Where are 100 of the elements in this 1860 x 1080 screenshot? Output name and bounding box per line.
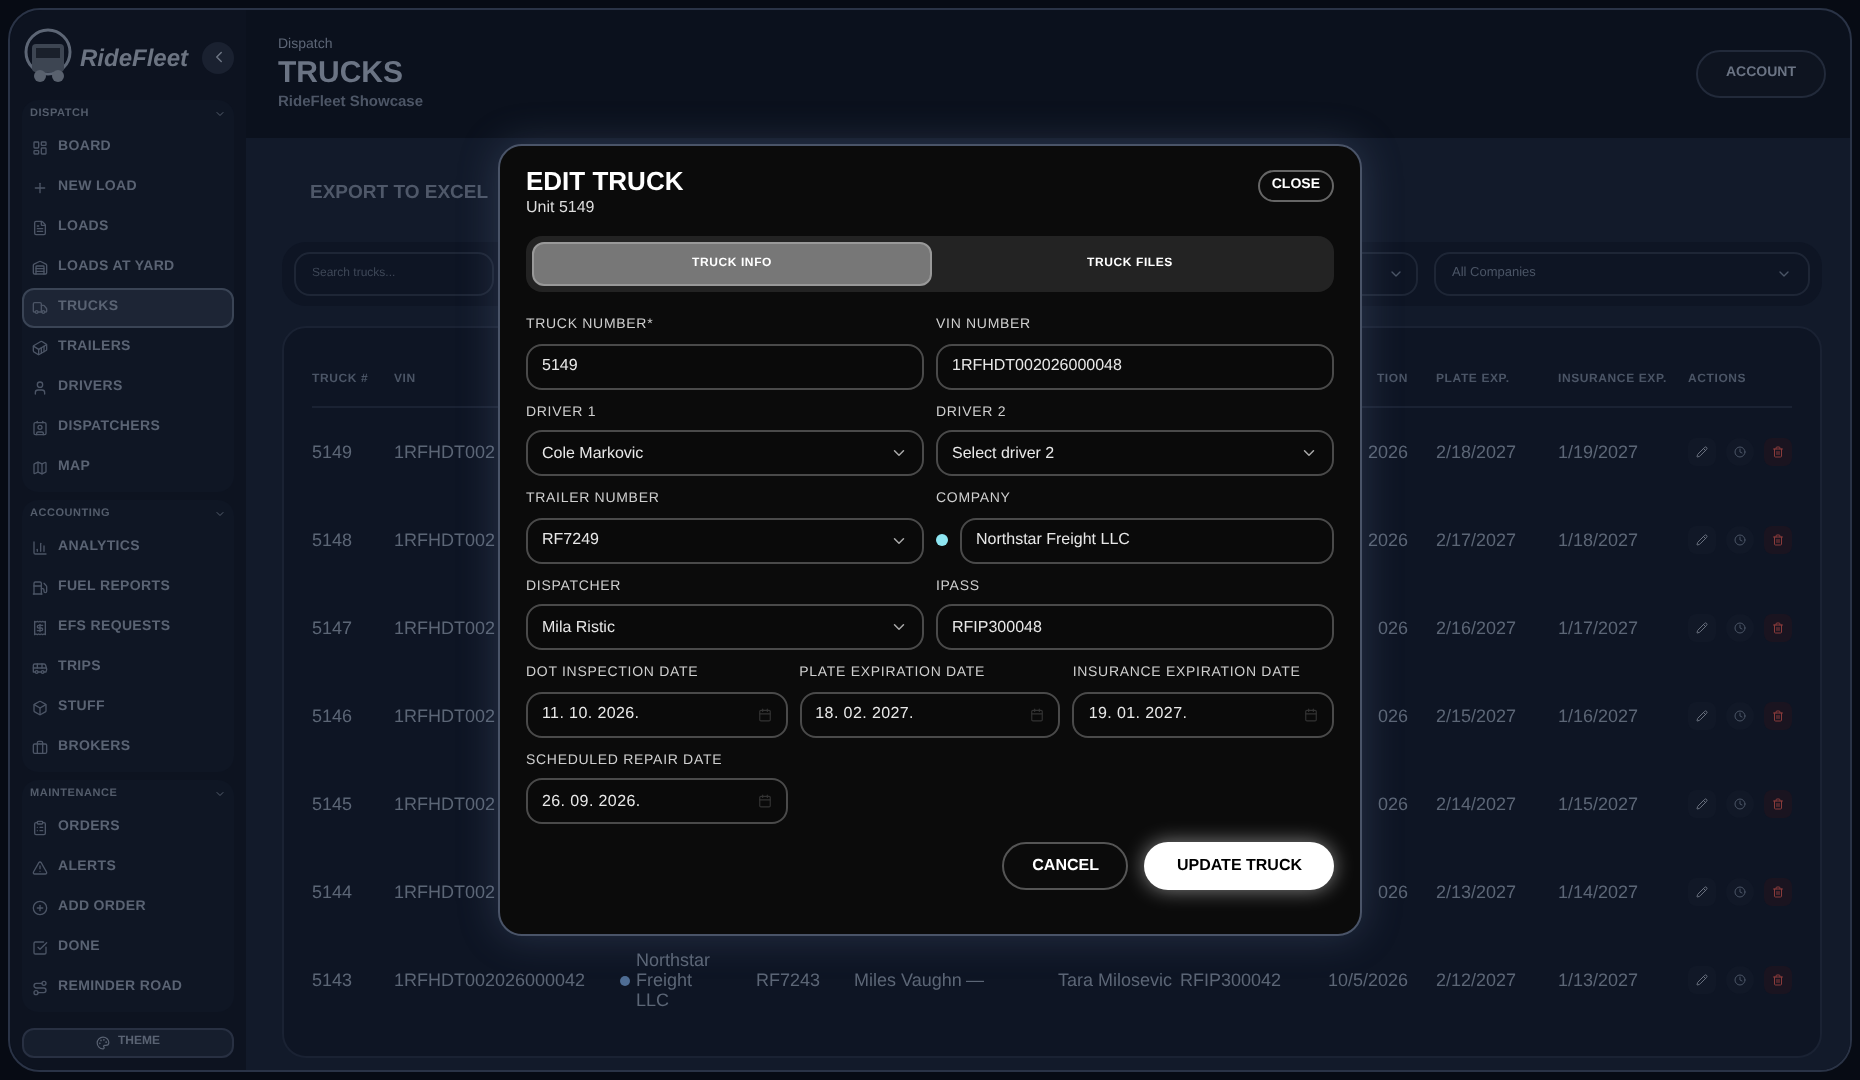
table-cell: 1/13/2027 <box>1558 970 1639 990</box>
clock-icon <box>1734 798 1746 810</box>
table-cell: 1/14/2027 <box>1558 882 1639 902</box>
chevron-down-icon[interactable] <box>214 508 226 521</box>
receipt-icon <box>32 620 48 637</box>
plus-circle-icon <box>32 900 48 917</box>
bar-chart-icon <box>32 540 48 557</box>
clock-icon <box>1734 622 1746 634</box>
pencil-icon <box>1696 798 1708 810</box>
delete-button[interactable] <box>1764 966 1792 994</box>
chevron-down-icon <box>1388 266 1404 282</box>
contact-icon <box>32 420 48 437</box>
table-cell: 2/16/2027 <box>1436 618 1517 638</box>
table-cell: — <box>966 970 984 990</box>
text-field[interactable]: Northstar Freight LLC <box>960 517 1334 563</box>
table-cell: 5144 <box>312 882 353 902</box>
warehouse-icon <box>32 260 48 277</box>
table-cell: 1RFHDT002 <box>394 530 496 550</box>
table-cell: Tara Milosevic <box>1058 970 1173 990</box>
chevron-down-icon[interactable] <box>214 108 226 121</box>
pencil-icon <box>1696 974 1708 986</box>
truck-icon <box>32 300 48 317</box>
table-cell-text: Northstar Freight LLC <box>636 950 713 1010</box>
document-icon <box>32 220 48 237</box>
text-field[interactable]: 1RFHDT002026000048 <box>936 343 1334 389</box>
table-cell: 1RFHDT002 <box>394 706 496 726</box>
delete-button[interactable] <box>1764 790 1792 818</box>
table-cell: Miles Vaughn <box>854 970 962 990</box>
export-button[interactable]: EXPORT TO EXCEL <box>282 168 517 220</box>
clock-icon <box>1734 974 1746 986</box>
collapse-button[interactable] <box>202 41 234 74</box>
select-field[interactable]: RF7249 <box>526 517 924 563</box>
chevron-down-icon[interactable] <box>214 788 226 801</box>
calendar-icon <box>1304 707 1318 721</box>
delete-button[interactable] <box>1764 438 1792 466</box>
palette-icon <box>96 1036 110 1051</box>
date-field[interactable]: 11. 10. 2026. <box>526 691 788 737</box>
delete-button[interactable] <box>1764 526 1792 554</box>
chevron-down-icon <box>1300 444 1318 462</box>
trash-icon <box>1772 622 1784 634</box>
clock-icon <box>1734 710 1746 722</box>
fuel-icon <box>32 580 48 597</box>
table-cell: 1/15/2027 <box>1558 794 1639 814</box>
table-cell: RFIP300042 <box>1180 970 1282 990</box>
pencil-icon <box>1696 710 1708 722</box>
table-cell: 2026 <box>1367 530 1408 550</box>
table-cell: RF7243 <box>756 970 821 990</box>
delete-button[interactable] <box>1764 702 1792 730</box>
trash-icon <box>1772 886 1784 898</box>
table-cell: 2/14/2027 <box>1436 794 1517 814</box>
trash-icon <box>1772 710 1784 722</box>
table-cell: 2026 <box>1367 442 1408 462</box>
date-field[interactable]: 19. 01. 2027. <box>1072 691 1334 737</box>
table-cell: 1RFHDT002 <box>394 882 496 902</box>
chevron-down-icon <box>890 444 908 462</box>
pencil-icon <box>1696 446 1708 458</box>
table-cell: 1RFHDT002 <box>394 794 496 814</box>
calendar-icon <box>757 794 772 808</box>
delete-button[interactable] <box>1764 878 1792 906</box>
user-icon <box>32 380 48 397</box>
calendar-icon <box>1030 707 1045 721</box>
text-field[interactable]: 5149 <box>526 343 924 389</box>
table-cell: 1RFHDT002 <box>394 442 496 462</box>
table-cell: 1RFHDT002026000042 <box>394 970 586 990</box>
table-cell: 2/18/2027 <box>1436 442 1517 462</box>
cancel-button[interactable]: CANCEL <box>1002 842 1129 890</box>
table-cell: 5145 <box>312 794 353 814</box>
table-cell: 2/17/2027 <box>1436 530 1517 550</box>
date-field[interactable]: 26. 09. 2026. <box>526 778 788 824</box>
pencil-icon <box>1696 622 1708 634</box>
clock-icon <box>1734 534 1746 546</box>
update-truck-button[interactable]: UPDATE TRUCK <box>1144 842 1334 890</box>
select-field[interactable]: Select driver 2 <box>936 430 1334 476</box>
select-field[interactable]: Mila Ristic <box>526 604 924 650</box>
calendar-icon <box>757 707 772 721</box>
checkbox-icon <box>32 940 48 957</box>
table-cell: 5147 <box>312 618 353 638</box>
table-cell: 026 <box>1377 794 1408 814</box>
delete-button[interactable] <box>1764 614 1792 642</box>
select-field[interactable]: Cole Markovic <box>526 430 924 476</box>
table-cell: 5143 <box>312 970 353 990</box>
table-cell: 1/19/2027 <box>1558 442 1639 462</box>
warning-icon <box>32 860 48 877</box>
table-cell: 5146 <box>312 706 353 726</box>
table-cell: 1/17/2027 <box>1558 618 1639 638</box>
date-field[interactable]: 18. 02. 2027. <box>799 691 1061 737</box>
trash-icon <box>1772 534 1784 546</box>
clipboard-icon <box>32 820 48 837</box>
clock-icon <box>1734 886 1746 898</box>
pencil-icon <box>1696 886 1708 898</box>
table-cell: 1/16/2027 <box>1558 706 1639 726</box>
map-icon <box>32 460 48 477</box>
truck-logo-icon <box>22 27 74 88</box>
trash-icon <box>1772 798 1784 810</box>
plus-icon <box>32 180 48 197</box>
table-cell: 10/5/2026 <box>1327 970 1408 990</box>
table-cell: 026 <box>1377 618 1408 638</box>
table-cell: 1/18/2027 <box>1558 530 1639 550</box>
text-field[interactable]: RFIP300048 <box>936 604 1334 650</box>
table-cell: 5148 <box>312 530 353 550</box>
